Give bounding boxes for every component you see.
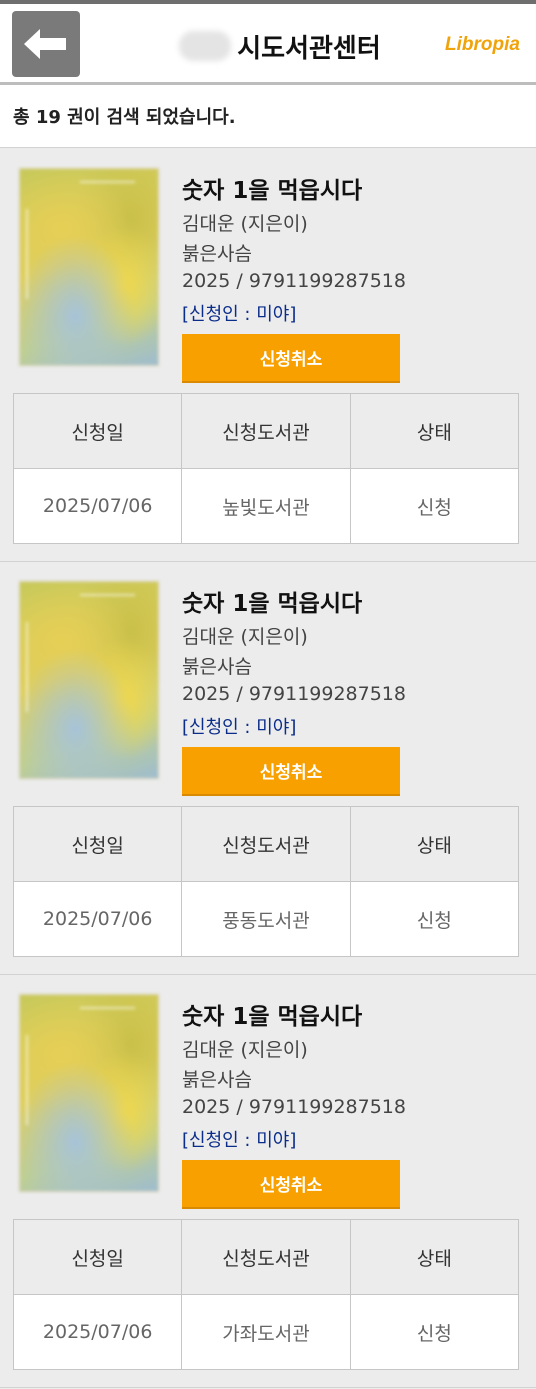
table-header-row: 신청일 신청도서관 상태	[12, 393, 520, 469]
book-author: 김대운 (지은이)	[182, 626, 308, 648]
request-info-table: 신청일 신청도서관 상태 2025/07/06 가좌도서관 신청	[12, 1219, 520, 1370]
page-title: 시도서관센터	[160, 26, 400, 66]
cancel-request-button[interactable]: 신청취소	[182, 334, 400, 383]
request-status: 신청	[349, 468, 520, 544]
cancel-request-button[interactable]: 신청취소	[182, 747, 400, 796]
cancel-request-button[interactable]: 신청취소	[182, 1160, 400, 1209]
book-year-isbn: 2025 / 9791199287518	[182, 1096, 406, 1118]
request-library: 높빛도서관	[181, 468, 351, 544]
book-cover-image[interactable]	[19, 168, 159, 366]
book-author: 김대운 (지은이)	[182, 213, 308, 235]
blurred-region	[179, 31, 232, 61]
arrow-left-icon	[24, 29, 66, 59]
request-card: 숫자 1을 먹읍시다 김대운 (지은이) 붉은사슴 2025 / 9791199…	[0, 562, 536, 975]
request-status: 신청	[349, 881, 520, 957]
request-card: 숫자 1을 먹읍시다 김대운 (지은이) 붉은사슴 2025 / 9791199…	[0, 975, 536, 1388]
book-cover-image[interactable]	[19, 581, 159, 779]
book-cover-image[interactable]	[19, 994, 159, 1192]
book-author: 김대운 (지은이)	[182, 1039, 308, 1061]
request-info-table: 신청일 신청도서관 상태 2025/07/06 풍동도서관 신청	[12, 806, 520, 957]
applicant-label: [신청인 : 미야]	[182, 304, 297, 325]
libropia-logo: Libropia	[445, 34, 520, 55]
header-request-date: 신청일	[12, 1219, 183, 1295]
book-publisher: 붉은사슴	[182, 1069, 252, 1091]
result-count-text: 총 19 권이 검색 되었습니다.	[13, 107, 236, 128]
table-row: 2025/07/06 높빛도서관 신청	[12, 468, 520, 544]
book-year-isbn: 2025 / 9791199287518	[182, 270, 406, 292]
header-status: 상태	[349, 806, 520, 882]
request-date: 2025/07/06	[12, 881, 183, 957]
table-header-row: 신청일 신청도서관 상태	[12, 1219, 520, 1295]
request-card: 숫자 1을 먹읍시다 김대운 (지은이) 붉은사슴 2025 / 9791199…	[0, 149, 536, 562]
header-request-date: 신청일	[12, 806, 183, 882]
request-library: 풍동도서관	[181, 881, 351, 957]
table-header-row: 신청일 신청도서관 상태	[12, 806, 520, 882]
book-publisher: 붉은사슴	[182, 243, 252, 265]
header-request-library: 신청도서관	[181, 1219, 351, 1295]
request-library: 가좌도서관	[181, 1294, 351, 1370]
table-row: 2025/07/06 풍동도서관 신청	[12, 881, 520, 957]
request-info-table: 신청일 신청도서관 상태 2025/07/06 높빛도서관 신청	[12, 393, 520, 544]
book-title[interactable]: 숫자 1을 먹읍시다	[182, 171, 362, 205]
header-status: 상태	[349, 393, 520, 469]
header-status: 상태	[349, 1219, 520, 1295]
back-button[interactable]	[12, 11, 80, 77]
app-header: 시도서관센터 Libropia	[0, 0, 536, 85]
request-status: 신청	[349, 1294, 520, 1370]
page-title-text: 시도서관센터	[237, 33, 381, 64]
book-year-isbn: 2025 / 9791199287518	[182, 683, 406, 705]
result-summary-bar: 총 19 권이 검색 되었습니다.	[0, 85, 536, 148]
book-publisher: 붉은사슴	[182, 656, 252, 678]
applicant-label: [신청인 : 미야]	[182, 717, 297, 738]
applicant-label: [신청인 : 미야]	[182, 1130, 297, 1151]
table-row: 2025/07/06 가좌도서관 신청	[12, 1294, 520, 1370]
book-title[interactable]: 숫자 1을 먹읍시다	[182, 997, 362, 1031]
request-date: 2025/07/06	[12, 468, 183, 544]
header-request-library: 신청도서관	[181, 806, 351, 882]
header-request-library: 신청도서관	[181, 393, 351, 469]
request-date: 2025/07/06	[12, 1294, 183, 1370]
book-title[interactable]: 숫자 1을 먹읍시다	[182, 584, 362, 618]
header-request-date: 신청일	[12, 393, 183, 469]
